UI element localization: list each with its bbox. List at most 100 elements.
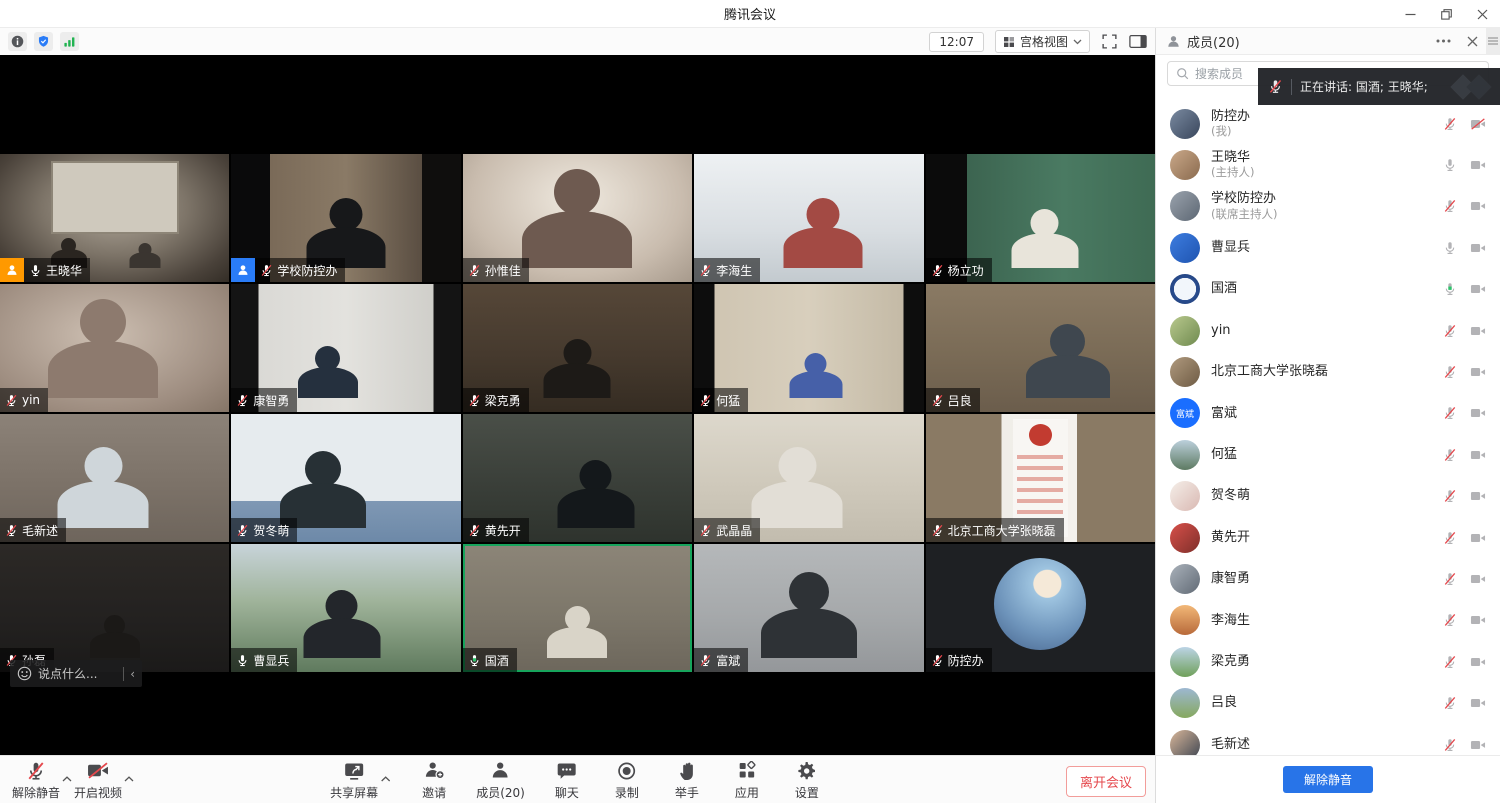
member-camera-button[interactable]	[1470, 614, 1486, 626]
close-panel-button[interactable]	[1459, 28, 1486, 54]
network-quality-button[interactable]	[60, 32, 79, 51]
member-mic-button[interactable]	[1443, 365, 1457, 379]
view-mode-selector[interactable]: 宫格视图	[995, 30, 1090, 53]
video-tile[interactable]: 王晓华	[0, 154, 229, 282]
audio-options-caret[interactable]	[62, 767, 72, 786]
panel-drag-handle[interactable]	[1486, 28, 1500, 54]
start-video-button[interactable]: 开启视频	[74, 760, 122, 801]
share-options-caret[interactable]	[380, 767, 390, 786]
member-camera-button[interactable]	[1470, 283, 1486, 295]
video-tile[interactable]: 黄先开	[463, 414, 692, 542]
member-mic-button[interactable]	[1443, 531, 1457, 545]
video-tile[interactable]: 国酒	[463, 544, 692, 672]
video-tile[interactable]: 毛新述	[0, 414, 229, 542]
member-camera-button[interactable]	[1470, 739, 1486, 751]
video-options-caret[interactable]	[124, 767, 134, 786]
member-row[interactable]: yin	[1156, 310, 1500, 351]
video-tile[interactable]: 武晶晶	[694, 414, 923, 542]
member-row[interactable]: 富斌 富斌	[1156, 393, 1500, 434]
member-row[interactable]: 国酒	[1156, 269, 1500, 310]
member-row[interactable]: 梁克勇	[1156, 641, 1500, 682]
meeting-info-button[interactable]	[8, 32, 27, 51]
member-row[interactable]: 学校防控办 (联席主持人)	[1156, 186, 1500, 227]
chat-button[interactable]: 聊天	[549, 760, 585, 801]
member-mic-button[interactable]	[1443, 613, 1457, 627]
member-camera-button[interactable]	[1470, 366, 1486, 378]
member-mic-button[interactable]	[1443, 696, 1457, 710]
tile-participant-name: 吕良	[948, 392, 972, 409]
video-tile[interactable]: 富斌	[694, 544, 923, 672]
member-row[interactable]: 北京工商大学张晓磊	[1156, 351, 1500, 392]
tile-participant-name: 贺冬萌	[253, 522, 289, 539]
member-camera-button[interactable]	[1470, 407, 1486, 419]
member-row[interactable]: 毛新述	[1156, 724, 1500, 755]
member-row[interactable]: 王晓华 (主持人)	[1156, 144, 1500, 185]
side-panel-toggle-button[interactable]	[1129, 34, 1147, 49]
member-mic-button[interactable]	[1443, 738, 1457, 752]
member-mic-button[interactable]	[1443, 489, 1457, 503]
member-mic-button[interactable]	[1443, 655, 1457, 669]
member-mic-button[interactable]	[1443, 158, 1457, 172]
collapse-chat-button[interactable]: ‹	[130, 667, 135, 681]
member-mic-button[interactable]	[1443, 199, 1457, 213]
settings-button[interactable]: 设置	[789, 760, 825, 801]
invite-button[interactable]: 邀请	[416, 760, 452, 801]
member-camera-button[interactable]	[1470, 449, 1486, 461]
quick-chat-input[interactable]: 说点什么... ‹	[10, 660, 142, 687]
minimize-button[interactable]	[1392, 0, 1428, 28]
members-button[interactable]: 成员(20)	[476, 760, 525, 801]
video-tile[interactable]: 吕良	[926, 284, 1155, 412]
member-mic-button[interactable]	[1443, 241, 1457, 255]
member-mic-button[interactable]	[1443, 282, 1457, 296]
member-camera-button[interactable]	[1470, 159, 1486, 171]
member-camera-button[interactable]	[1470, 118, 1486, 130]
member-camera-button[interactable]	[1470, 573, 1486, 585]
member-row[interactable]: 曹显兵	[1156, 227, 1500, 268]
video-tile[interactable]: 防控办	[926, 544, 1155, 672]
record-button[interactable]: 录制	[609, 760, 645, 801]
member-row[interactable]: 贺冬萌	[1156, 476, 1500, 517]
leave-meeting-button[interactable]: 离开会议	[1066, 766, 1146, 797]
member-row[interactable]: 李海生	[1156, 600, 1500, 641]
security-button[interactable]	[34, 32, 53, 51]
member-camera-button[interactable]	[1470, 532, 1486, 544]
member-row[interactable]: 何猛	[1156, 434, 1500, 475]
video-tile[interactable]: 康智勇	[231, 284, 460, 412]
share-screen-button[interactable]: 共享屏幕	[330, 760, 378, 801]
video-tile[interactable]: 贺冬萌	[231, 414, 460, 542]
member-camera-button[interactable]	[1470, 490, 1486, 502]
video-tile[interactable]: 李海生	[694, 154, 923, 282]
video-tile[interactable]: 何猛	[694, 284, 923, 412]
member-mic-button[interactable]	[1443, 117, 1457, 131]
video-tile[interactable]: yin	[0, 284, 229, 412]
video-tile[interactable]: 孙惟佳	[463, 154, 692, 282]
raise-hand-button[interactable]: 举手	[669, 760, 705, 801]
member-mic-button[interactable]	[1443, 572, 1457, 586]
restore-button[interactable]	[1428, 0, 1464, 28]
video-tile[interactable]: 梁克勇	[463, 284, 692, 412]
video-tile[interactable]: 曹显兵	[231, 544, 460, 672]
member-mic-button[interactable]	[1443, 324, 1457, 338]
video-tile[interactable]: 孙磊	[0, 544, 229, 672]
video-tile[interactable]: 学校防控办	[231, 154, 460, 282]
member-camera-button[interactable]	[1470, 697, 1486, 709]
apps-button[interactable]: 应用	[729, 760, 765, 801]
video-tile[interactable]: 杨立功	[926, 154, 1155, 282]
member-row[interactable]: 吕良	[1156, 682, 1500, 723]
member-camera-button[interactable]	[1470, 656, 1486, 668]
more-options-button[interactable]	[1428, 28, 1459, 54]
member-row[interactable]: 黄先开	[1156, 517, 1500, 558]
fullscreen-button[interactable]	[1101, 33, 1118, 50]
unmute-button[interactable]: 解除静音	[12, 760, 60, 801]
panel-unmute-button[interactable]: 解除静音	[1283, 766, 1373, 793]
member-camera-button[interactable]	[1470, 200, 1486, 212]
member-row[interactable]: 防控办 (我)	[1156, 103, 1500, 144]
member-row[interactable]: 康智勇	[1156, 558, 1500, 599]
close-button[interactable]	[1464, 0, 1500, 28]
video-tile[interactable]: 北京工商大学张晓磊	[926, 414, 1155, 542]
member-name: 富斌	[1211, 406, 1237, 422]
member-mic-button[interactable]	[1443, 448, 1457, 462]
member-camera-button[interactable]	[1470, 325, 1486, 337]
member-camera-button[interactable]	[1470, 242, 1486, 254]
member-mic-button[interactable]	[1443, 406, 1457, 420]
